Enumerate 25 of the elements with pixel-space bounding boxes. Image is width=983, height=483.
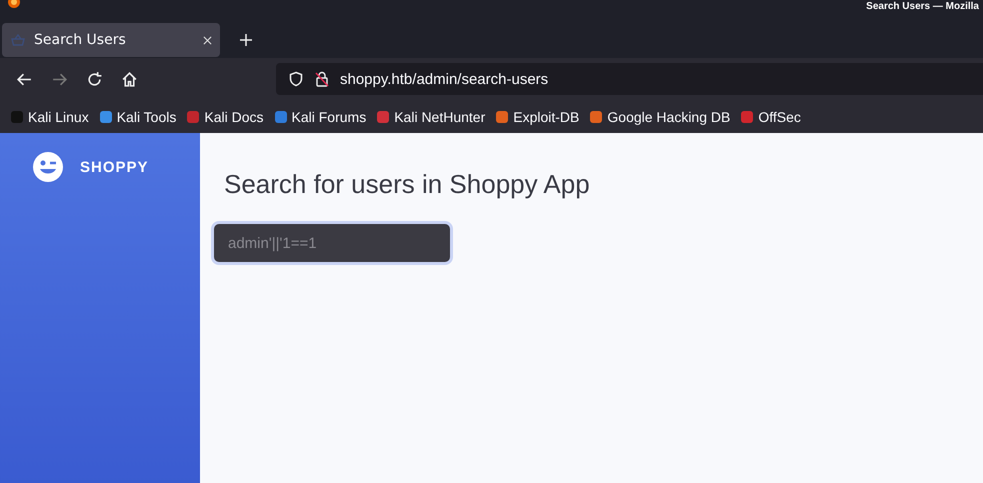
new-tab-icon[interactable] xyxy=(240,34,252,46)
bookmark-link[interactable]: Kali Forums xyxy=(274,108,366,124)
close-icon[interactable] xyxy=(203,36,212,44)
brand-name[interactable]: SHOPPY xyxy=(80,158,149,176)
home-icon[interactable] xyxy=(121,70,138,88)
insecure-lock-icon xyxy=(314,71,330,87)
bookmark-link[interactable]: Google Hacking DB xyxy=(589,108,730,124)
browser-tab[interactable]: Search Users xyxy=(2,23,220,57)
winking-face-icon xyxy=(32,151,64,183)
url-text: shoppy.htb/admin/search-users xyxy=(340,70,548,88)
window-title: Search Users — Mozilla xyxy=(866,1,980,13)
back-icon[interactable] xyxy=(16,70,33,88)
bookmark-link[interactable]: Kali Linux xyxy=(10,108,89,124)
page-heading: Search for users in Shoppy App xyxy=(224,169,590,200)
bookmark-link[interactable]: OffSec xyxy=(740,108,801,124)
bookmark-link[interactable]: Exploit-DB xyxy=(495,108,580,124)
bookmark-link[interactable]: Kali Docs xyxy=(186,108,264,124)
tab-title: Search Users xyxy=(34,32,127,48)
reload-icon[interactable] xyxy=(86,70,103,88)
address-bar[interactable]: shoppy.htb/admin/search-users xyxy=(276,63,983,95)
basket-icon xyxy=(10,32,26,48)
bookmark-link[interactable]: Kali Tools xyxy=(98,108,176,124)
bookmark-link[interactable]: Kali NetHunter xyxy=(376,108,486,124)
shield-icon xyxy=(288,71,304,87)
forward-icon[interactable] xyxy=(51,70,68,88)
